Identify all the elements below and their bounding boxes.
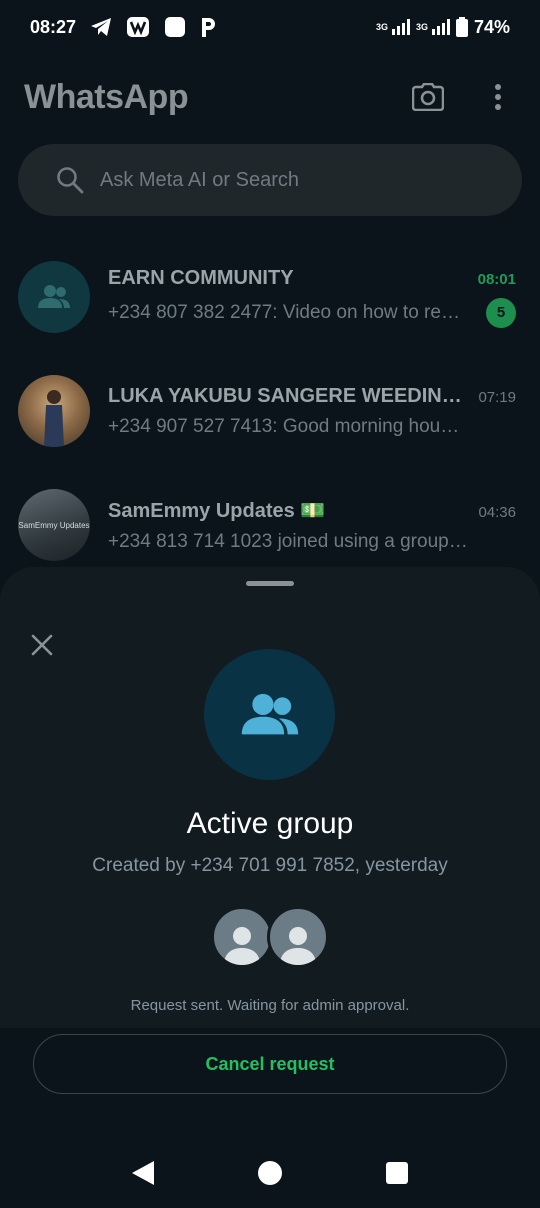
community-avatar [18,261,90,333]
app-title: WhatsApp [24,77,189,116]
group-name: Active group [186,807,354,840]
chat-list: EARN COMMUNITY 08:01 +234 807 382 2477: … [0,240,540,582]
signal-icon [431,19,450,35]
channel-avatar: SamEmmy Updates [18,489,90,561]
search-icon [56,166,84,194]
search-bar[interactable] [18,144,522,216]
square-app-icon [164,16,186,38]
chat-name: LUKA YAKUBU SANGERE WEEDING G… [108,384,468,407]
chat-last-message: +234 907 527 7413: Good morning house al… [108,415,468,437]
recents-icon[interactable] [377,1153,417,1193]
vpn-icon [126,16,150,38]
member-avatars [0,906,540,968]
signal-icon [391,19,410,35]
chat-time: 08:01 [477,270,516,288]
chat-last-message: +234 813 714 1023 joined using a group l… [108,530,468,552]
telegram-icon [90,17,112,37]
sheet-drag-handle[interactable] [246,581,294,586]
chat-time: 04:36 [478,503,516,521]
chat-item[interactable]: LUKA YAKUBU SANGERE WEEDING G… 07:19 +23… [0,354,540,468]
chat-name: EARN COMMUNITY [108,266,294,289]
more-options-icon[interactable] [480,79,516,115]
status-time: 08:27 [30,16,77,37]
chat-time: 07:19 [478,388,516,406]
group-icon [241,693,298,734]
chat-name: SamEmmy Updates 💵 [108,499,326,522]
app-bar: WhatsApp [0,72,540,122]
contact-avatar [18,375,90,447]
close-icon[interactable] [26,629,58,661]
network-type-1: 3G [375,22,388,32]
p-app-icon [200,16,216,38]
battery-level: 74% [473,16,510,37]
unread-badge: 5 [486,297,516,328]
request-status: Request sent. Waiting for admin approval… [130,997,410,1014]
network-type-2: 3G [415,22,428,32]
chat-item[interactable]: SamEmmy Updates SamEmmy Updates 💵 04:36 … [0,468,540,582]
member-avatar [211,906,273,968]
battery-icon [455,17,468,37]
status-bar: 08:27 3G 3G 74% [0,0,540,54]
group-icon [38,285,70,308]
search-input[interactable] [100,168,480,192]
avatar-text: SamEmmy Updates [18,520,90,530]
chat-item[interactable]: EARN COMMUNITY 08:01 +234 807 382 2477: … [0,240,540,354]
member-avatar [267,906,329,968]
back-icon[interactable] [123,1153,163,1193]
chat-last-message: +234 807 382 2477: Video on how to re… [108,301,460,323]
cancel-request-button[interactable]: Cancel request [33,1034,507,1094]
system-nav-bar [0,1138,540,1208]
group-avatar [204,649,335,780]
camera-icon[interactable] [410,79,446,115]
group-created-by: Created by +234 701 991 7852, yesterday [92,855,448,876]
home-icon[interactable] [250,1153,290,1193]
